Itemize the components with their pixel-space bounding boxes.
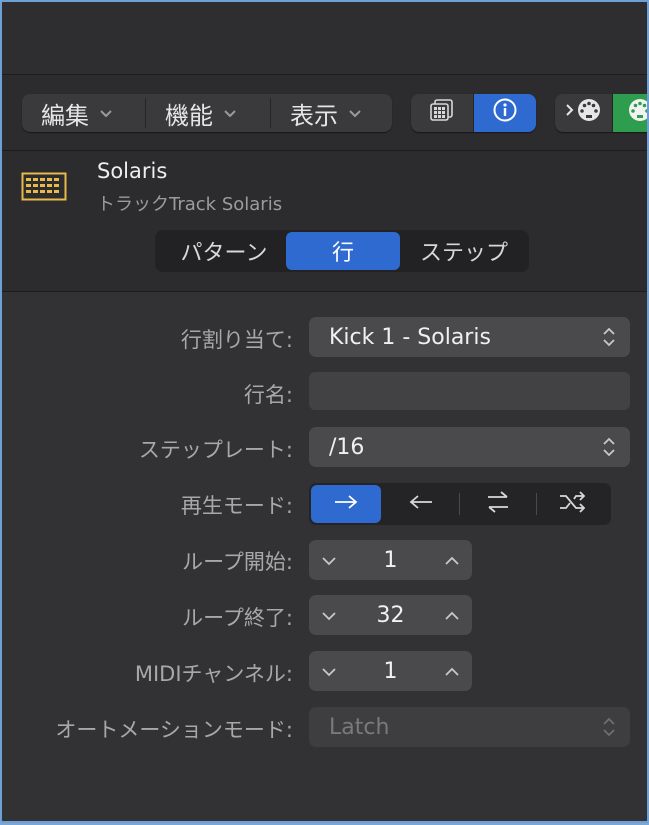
step-rate-value: /16	[329, 434, 365, 460]
tab-pattern[interactable]: パターン	[161, 232, 287, 270]
row-name-field[interactable]	[309, 372, 630, 410]
midi-fx-button[interactable]	[555, 94, 612, 132]
inspector-tabs: パターン 行 ステップ	[155, 230, 529, 272]
updown-chevron-icon	[602, 715, 616, 739]
arrow-right-icon	[332, 493, 360, 515]
menu-segment: 編集 機能 表示	[22, 94, 392, 132]
increment-button[interactable]	[432, 651, 472, 691]
midi-channel-stepper: 1	[309, 651, 472, 691]
loop-start-label: ループ開始:	[182, 550, 293, 574]
row-assignment-value: Kick 1 - Solaris	[329, 324, 491, 350]
plugin-segment	[555, 94, 647, 132]
arrow-left-icon	[407, 493, 435, 515]
chevron-down-icon	[99, 104, 113, 123]
midi-plug-icon	[564, 97, 604, 129]
updown-chevron-icon	[602, 435, 616, 459]
loop-end-label: ループ終了:	[182, 606, 293, 630]
instrument-plugin-button[interactable]	[613, 94, 647, 132]
step-rate-popup[interactable]: /16	[309, 427, 630, 467]
arrows-left-right-icon	[484, 490, 512, 518]
step-sequencer-inspector-window: 編集 機能 表示 Solaris トラックTrack Solaris パターン …	[0, 0, 649, 823]
tab-row[interactable]: 行	[286, 232, 400, 270]
title-bar[interactable]	[2, 2, 647, 75]
info-icon	[492, 97, 518, 129]
decrement-button[interactable]	[309, 595, 349, 635]
row-name-label: 行名:	[243, 383, 293, 407]
edit-menu-label: 編集	[41, 101, 89, 130]
inspector-toggle[interactable]	[474, 94, 536, 132]
midi-channel-value[interactable]: 1	[349, 651, 432, 691]
view-menu-button[interactable]: 表示	[271, 94, 392, 132]
functions-menu-button[interactable]: 機能	[146, 94, 270, 132]
decrement-button[interactable]	[309, 540, 349, 580]
row-assignment-popup[interactable]: Kick 1 - Solaris	[309, 317, 630, 357]
tab-step[interactable]: ステップ	[405, 232, 523, 270]
row-assignment-label: 行割り当て:	[180, 328, 293, 352]
playback-forward-button[interactable]	[311, 485, 381, 523]
view-menu-label: 表示	[290, 101, 338, 130]
increment-button[interactable]	[432, 595, 472, 635]
increment-button[interactable]	[432, 540, 472, 580]
automation-mode-popup[interactable]: Latch	[309, 707, 630, 747]
chevron-up-icon	[444, 551, 460, 570]
midi-channel-label: MIDIチャンネル:	[134, 662, 293, 686]
midi-plug-icon	[626, 97, 647, 129]
loop-start-stepper: 1	[309, 540, 472, 580]
playback-pingpong-button[interactable]	[460, 485, 535, 523]
step-sequencer-track-icon	[21, 172, 67, 206]
track-subtitle: トラックTrack Solaris	[97, 194, 283, 215]
chevron-down-icon	[348, 104, 362, 123]
chevron-up-icon	[444, 662, 460, 681]
decrement-button[interactable]	[309, 651, 349, 691]
grid-icon	[429, 98, 455, 128]
edit-menu-button[interactable]: 編集	[22, 94, 145, 132]
loop-end-stepper: 32	[309, 595, 472, 635]
playback-backward-button[interactable]	[384, 485, 458, 523]
loop-start-value[interactable]: 1	[349, 540, 432, 580]
pattern-grid-toggle[interactable]	[411, 94, 473, 132]
updown-chevron-icon	[602, 325, 616, 349]
functions-menu-label: 機能	[165, 101, 213, 130]
automation-mode-value: Latch	[329, 714, 390, 740]
track-name: Solaris	[97, 159, 168, 183]
shuffle-icon	[558, 491, 588, 517]
step-rate-label: ステップレート:	[138, 438, 293, 462]
view-toggle-segment	[411, 94, 536, 132]
chevron-down-icon	[321, 662, 337, 681]
chevron-down-icon	[321, 551, 337, 570]
loop-end-value[interactable]: 32	[349, 595, 432, 635]
chevron-up-icon	[444, 606, 460, 625]
automation-mode-label: オートメーションモード:	[55, 718, 293, 742]
playback-random-button[interactable]	[537, 485, 609, 523]
chevron-down-icon	[223, 104, 237, 123]
playback-mode-segment	[309, 483, 611, 525]
chevron-down-icon	[321, 606, 337, 625]
playback-mode-label: 再生モード:	[180, 494, 293, 518]
